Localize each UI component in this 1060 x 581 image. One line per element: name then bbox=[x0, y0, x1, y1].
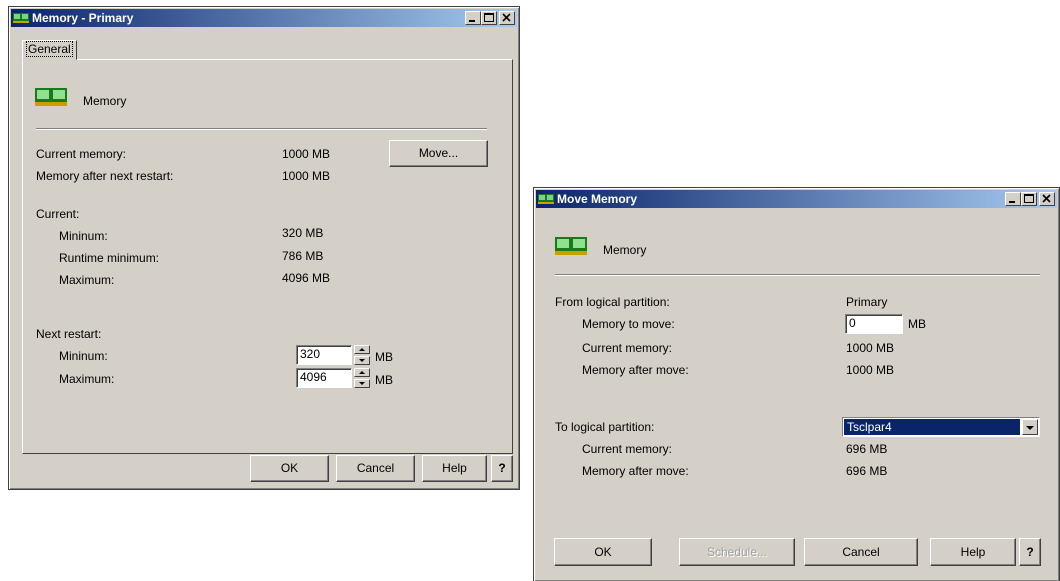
next-max-unit: MB bbox=[375, 373, 393, 387]
next-max-label: Maximum: bbox=[59, 372, 115, 386]
section-label: Memory bbox=[603, 243, 647, 257]
whats-this-button[interactable]: ? bbox=[1019, 538, 1041, 566]
maximize-icon bbox=[1024, 194, 1034, 203]
spin-up-button[interactable] bbox=[354, 368, 370, 377]
divider bbox=[555, 274, 1040, 276]
dropdown-arrow-icon bbox=[1026, 426, 1034, 430]
to-after-value: 696 MB bbox=[846, 464, 888, 478]
next-min-unit: MB bbox=[375, 350, 393, 364]
from-partition-label: From logical partition: bbox=[555, 295, 670, 309]
help-button[interactable]: Help bbox=[422, 455, 487, 482]
spin-up-icon bbox=[359, 348, 365, 351]
minimize-button[interactable] bbox=[1005, 192, 1021, 206]
move-button-label: Move... bbox=[418, 146, 459, 160]
ok-button-label: OK bbox=[280, 461, 299, 475]
to-partition-label: To logical partition: bbox=[555, 420, 655, 434]
minimize-icon bbox=[1009, 201, 1015, 203]
section-label: Memory bbox=[83, 94, 127, 108]
from-after-value: 1000 MB bbox=[846, 363, 895, 377]
current-min-value: 320 MB bbox=[282, 226, 324, 240]
current-header: Current: bbox=[36, 207, 80, 221]
ok-button[interactable]: OK bbox=[250, 455, 329, 482]
tab-general-label: General bbox=[26, 41, 73, 57]
next-min-field[interactable]: 320 bbox=[296, 345, 352, 365]
close-icon bbox=[502, 13, 511, 22]
current-memory-label: Current memory: bbox=[36, 147, 127, 161]
maximize-button[interactable] bbox=[1021, 192, 1037, 206]
tab-general[interactable]: General bbox=[22, 40, 77, 60]
close-button[interactable] bbox=[1039, 192, 1055, 206]
whats-this-label: ? bbox=[498, 461, 506, 475]
next-restart-header: Next restart: bbox=[36, 327, 102, 341]
schedule-button-label: Schedule... bbox=[706, 545, 768, 559]
current-max-value: 4096 MB bbox=[282, 271, 331, 285]
current-max-label: Maximum: bbox=[59, 273, 115, 287]
spin-down-icon bbox=[359, 382, 365, 385]
move-memory-window: Move Memory Memory From logical partitio… bbox=[533, 187, 1060, 581]
divider bbox=[36, 128, 487, 130]
close-icon bbox=[1042, 194, 1051, 203]
next-min-label: Mininum: bbox=[59, 349, 108, 363]
to-partition-selected: Tsclpar4 bbox=[844, 419, 1020, 435]
memory-module-icon bbox=[13, 13, 29, 23]
memory-to-move-label: Memory to move: bbox=[582, 317, 675, 331]
to-partition-dropdown[interactable]: Tsclpar4 bbox=[842, 417, 1040, 437]
spin-down-button[interactable] bbox=[354, 379, 370, 388]
cancel-button[interactable]: Cancel bbox=[336, 455, 415, 482]
memory-primary-window: Memory - Primary General Memory Current … bbox=[8, 6, 520, 490]
from-current-value: 1000 MB bbox=[846, 341, 895, 355]
whats-this-label: ? bbox=[1026, 545, 1034, 559]
current-runtime-value: 786 MB bbox=[282, 249, 324, 263]
maximize-icon bbox=[484, 13, 494, 22]
memory-to-move-field[interactable]: 0 bbox=[845, 314, 903, 334]
spin-down-icon bbox=[359, 359, 365, 362]
close-button[interactable] bbox=[499, 11, 515, 25]
spin-up-icon bbox=[359, 371, 365, 374]
spin-up-button[interactable] bbox=[354, 345, 370, 354]
after-restart-label: Memory after next restart: bbox=[36, 169, 174, 183]
minimize-button[interactable] bbox=[465, 11, 481, 25]
from-partition-value: Primary bbox=[846, 295, 888, 309]
memory-to-move-unit: MB bbox=[908, 317, 926, 331]
cancel-button[interactable]: Cancel bbox=[804, 538, 918, 566]
to-after-label: Memory after move: bbox=[582, 464, 689, 478]
current-min-label: Mininum: bbox=[59, 229, 108, 243]
maximize-button[interactable] bbox=[481, 11, 497, 25]
next-min-spinner[interactable] bbox=[354, 345, 370, 365]
minimize-icon bbox=[469, 20, 475, 22]
ok-button[interactable]: OK bbox=[554, 538, 652, 566]
help-button-label: Help bbox=[442, 461, 467, 475]
memory-module-icon bbox=[555, 237, 587, 255]
window-title: Move Memory bbox=[557, 192, 638, 206]
help-button[interactable]: Help bbox=[930, 538, 1016, 566]
current-memory-value: 1000 MB bbox=[282, 147, 331, 161]
next-max-field[interactable]: 4096 bbox=[296, 368, 352, 388]
from-current-label: Current memory: bbox=[582, 341, 673, 355]
help-button-label: Help bbox=[960, 545, 986, 559]
whats-this-button[interactable]: ? bbox=[491, 455, 513, 482]
to-current-value: 696 MB bbox=[846, 442, 888, 456]
to-current-label: Current memory: bbox=[582, 442, 673, 456]
memory-module-icon bbox=[538, 194, 554, 204]
schedule-button[interactable]: Schedule... bbox=[679, 538, 795, 566]
from-after-label: Memory after move: bbox=[582, 363, 689, 377]
window-title: Memory - Primary bbox=[32, 11, 134, 25]
dropdown-button[interactable] bbox=[1022, 419, 1038, 435]
after-restart-value: 1000 MB bbox=[282, 169, 331, 183]
move-button[interactable]: Move... bbox=[389, 140, 488, 167]
cancel-button-label: Cancel bbox=[356, 461, 395, 475]
cancel-button-label: Cancel bbox=[842, 545, 880, 559]
title-bar[interactable]: Move Memory bbox=[536, 190, 1057, 208]
ok-button-label: OK bbox=[594, 545, 612, 559]
title-bar[interactable]: Memory - Primary bbox=[11, 9, 517, 27]
memory-module-icon bbox=[35, 88, 67, 106]
spin-down-button[interactable] bbox=[354, 356, 370, 365]
next-max-spinner[interactable] bbox=[354, 368, 370, 388]
current-runtime-label: Runtime minimum: bbox=[59, 251, 160, 265]
